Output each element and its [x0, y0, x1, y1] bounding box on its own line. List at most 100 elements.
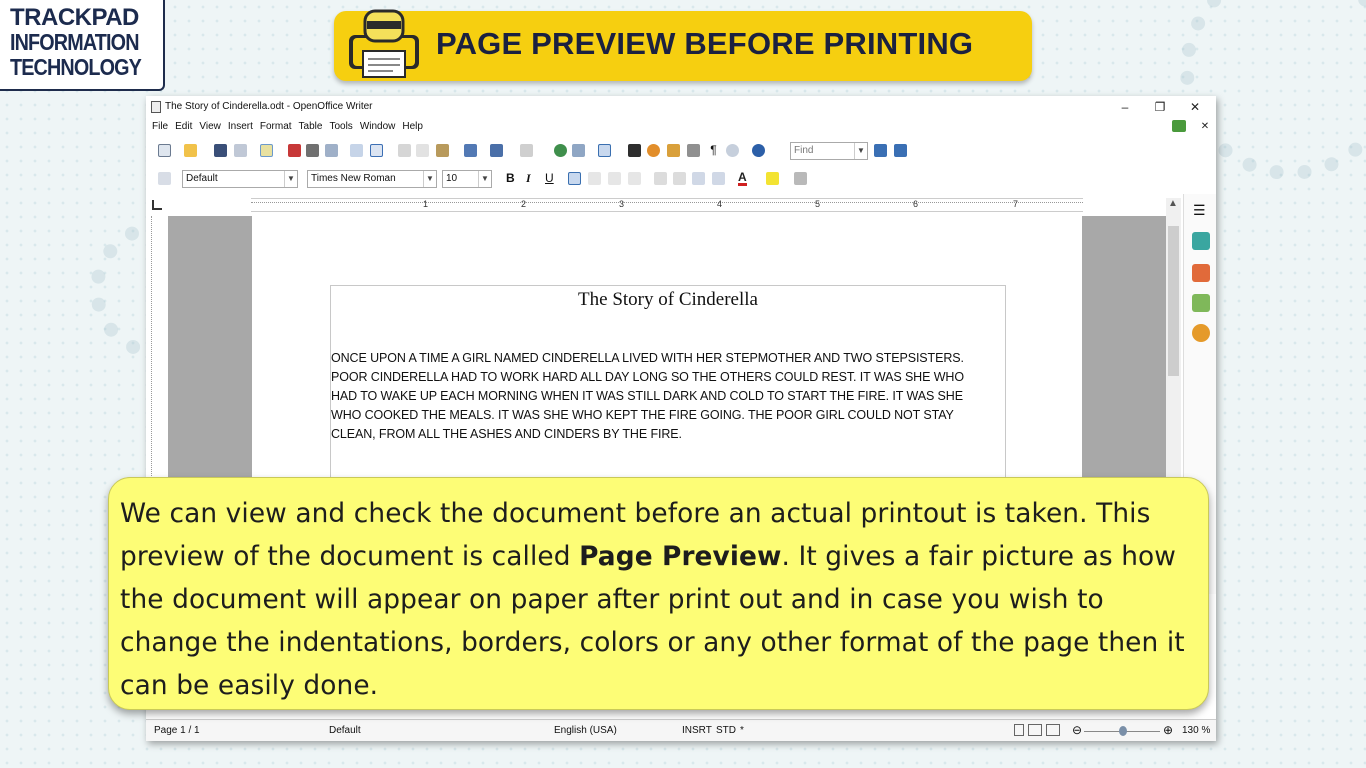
new-document-icon[interactable] [158, 144, 171, 157]
hyperlink-icon[interactable] [554, 144, 567, 157]
undo-icon[interactable] [490, 144, 503, 157]
styles-icon[interactable] [158, 172, 171, 185]
menu-table[interactable]: Table [299, 121, 323, 135]
document-heading[interactable]: The Story of Cinderella [331, 289, 1005, 311]
align-center-icon[interactable] [588, 172, 601, 185]
gallery-icon[interactable] [667, 144, 680, 157]
menu-view[interactable]: View [199, 121, 221, 135]
zoom-in-icon[interactable]: ⊕ [1163, 723, 1173, 737]
find-previous-icon[interactable] [894, 144, 907, 157]
minimize-button[interactable]: – [1116, 98, 1134, 116]
document-icon [151, 101, 161, 113]
printer-robot-icon [349, 9, 419, 78]
page-preview-icon[interactable] [325, 144, 338, 157]
page-count: Page 1 / 1 [154, 725, 200, 736]
find-input[interactable]: Find ▼ [790, 142, 868, 160]
increase-indent-icon[interactable] [712, 172, 725, 185]
menu-window[interactable]: Window [360, 121, 396, 135]
align-left-icon[interactable] [568, 172, 581, 185]
underline-button[interactable]: U [545, 171, 554, 185]
ruler-tick: 6 [913, 199, 919, 209]
insert-mode[interactable]: INSRT [682, 725, 712, 736]
data-sources-icon[interactable] [687, 144, 700, 157]
paragraph-style-value: Default [186, 173, 218, 184]
menu-help[interactable]: Help [402, 121, 423, 135]
table-icon[interactable] [572, 144, 585, 157]
export-pdf-icon[interactable] [288, 144, 301, 157]
update-icon[interactable] [1172, 120, 1186, 132]
language-status[interactable]: English (USA) [554, 725, 617, 736]
decrease-indent-icon[interactable] [692, 172, 705, 185]
styles-formatting-icon[interactable] [1192, 264, 1210, 282]
logo-line-2: INFORMATION [10, 29, 139, 55]
ruler-tick: 4 [717, 199, 723, 209]
open-folder-icon[interactable] [184, 144, 197, 157]
chevron-down-icon[interactable]: ▼ [478, 171, 491, 187]
document-body[interactable]: ONCE UPON A TIME A GIRL NAMED CINDERELLA… [331, 349, 991, 444]
ruler-tick: 1 [423, 199, 429, 209]
font-name-select[interactable]: Times New Roman ▼ [307, 170, 437, 188]
font-name-value: Times New Roman [311, 173, 396, 184]
single-page-view-icon[interactable] [1014, 724, 1024, 736]
show-draw-functions-icon[interactable] [598, 144, 611, 157]
menu-insert[interactable]: Insert [228, 121, 253, 135]
chevron-down-icon[interactable]: ▼ [854, 143, 867, 159]
bullets-icon[interactable] [673, 172, 686, 185]
align-right-icon[interactable] [608, 172, 621, 185]
format-paintbrush-icon[interactable] [464, 144, 477, 157]
paste-icon[interactable] [436, 144, 449, 157]
justify-icon[interactable] [628, 172, 641, 185]
menu-format[interactable]: Format [260, 121, 292, 135]
sidebar-menu-icon[interactable]: ☰ [1193, 202, 1206, 219]
zoom-level[interactable]: 130 % [1182, 725, 1210, 736]
cut-icon[interactable] [398, 144, 411, 157]
properties-icon[interactable] [1192, 232, 1210, 250]
close-document-button[interactable]: ✕ [1196, 118, 1214, 136]
multi-page-view-icon[interactable] [1028, 724, 1042, 736]
highlight-icon[interactable] [766, 172, 779, 185]
copy-icon[interactable] [416, 144, 429, 157]
gallery-icon[interactable] [1192, 294, 1210, 312]
zoom-out-icon[interactable]: ⊖ [1072, 723, 1082, 737]
horizontal-ruler: 1 2 3 4 5 6 7 [251, 198, 1083, 212]
redo-icon[interactable] [520, 144, 533, 157]
find-next-icon[interactable] [874, 144, 887, 157]
help-icon[interactable] [752, 144, 765, 157]
paragraph-style-select[interactable]: Default ▼ [182, 170, 298, 188]
tab-stop-selector[interactable] [152, 200, 162, 210]
chevron-down-icon[interactable]: ▼ [284, 171, 297, 187]
explanation-callout: We can view and check the document befor… [108, 477, 1209, 710]
find-replace-icon[interactable] [628, 144, 641, 157]
navigator-icon[interactable] [647, 144, 660, 157]
font-color-button[interactable]: A [738, 171, 747, 186]
numbering-icon[interactable] [654, 172, 667, 185]
save-icon[interactable] [214, 144, 227, 157]
restore-button[interactable]: ❐ [1151, 98, 1169, 116]
zoom-slider-handle[interactable] [1119, 726, 1127, 736]
book-view-icon[interactable] [1046, 724, 1060, 736]
italic-button[interactable]: I [526, 171, 531, 186]
selection-mode[interactable]: STD [716, 725, 736, 736]
modified-indicator: * [740, 725, 744, 736]
callout-text: We can view and check the document befor… [120, 492, 1198, 707]
edit-file-icon[interactable] [260, 144, 273, 157]
background-color-icon[interactable] [794, 172, 807, 185]
pilcrow-icon[interactable]: ¶ [707, 144, 720, 157]
font-size-select[interactable]: 10 ▼ [442, 170, 492, 188]
scrollbar-thumb[interactable] [1168, 226, 1179, 376]
scroll-up-icon[interactable]: ▲ [1168, 198, 1178, 209]
close-button[interactable]: ✕ [1186, 98, 1204, 116]
menu-tools[interactable]: Tools [329, 121, 352, 135]
autospellcheck-icon[interactable] [370, 144, 383, 157]
page-style[interactable]: Default [329, 725, 361, 736]
spellcheck-icon[interactable] [350, 144, 363, 157]
chevron-down-icon[interactable]: ▼ [423, 171, 436, 187]
email-icon[interactable] [234, 144, 247, 157]
navigator-compass-icon[interactable] [1192, 324, 1210, 342]
zoom-icon[interactable] [726, 144, 739, 157]
print-icon[interactable] [306, 144, 319, 157]
callout-bold-term: Page Preview [579, 541, 782, 572]
menu-file[interactable]: File [152, 121, 168, 135]
bold-button[interactable]: B [506, 171, 515, 185]
menu-edit[interactable]: Edit [175, 121, 192, 135]
